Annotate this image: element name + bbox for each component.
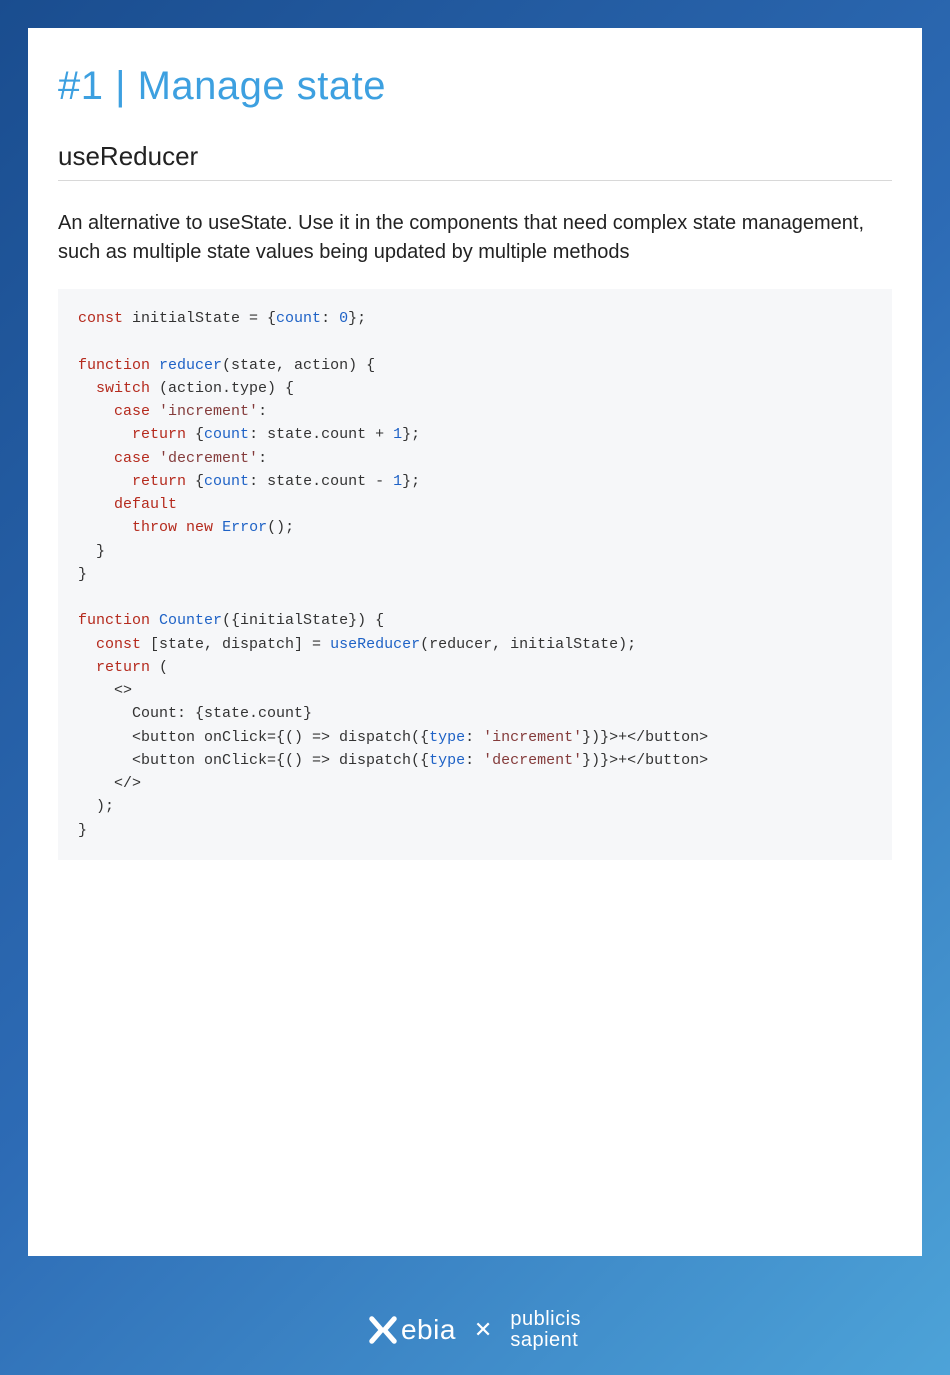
ps-line1: publicis [510,1309,581,1330]
page-title: #1 | Manage state [58,64,892,109]
publicis-sapient-logo: publicis sapient [510,1309,581,1351]
footer-logos: ebia ✕ publicis sapient [369,1309,581,1351]
ps-line2: sapient [510,1330,581,1351]
code-block: const initialState = {count: 0}; functio… [58,289,892,860]
slide-page: #1 | Manage state useReducer An alternat… [28,28,922,1256]
separator-icon: ✕ [474,1317,492,1343]
xebia-text: ebia [401,1314,456,1346]
xebia-mark-icon [369,1316,397,1344]
section-heading: useReducer [58,141,892,181]
xebia-logo: ebia [369,1314,456,1346]
footer: ebia ✕ publicis sapient [0,1284,950,1375]
body-text: An alternative to useState. Use it in th… [58,209,892,267]
